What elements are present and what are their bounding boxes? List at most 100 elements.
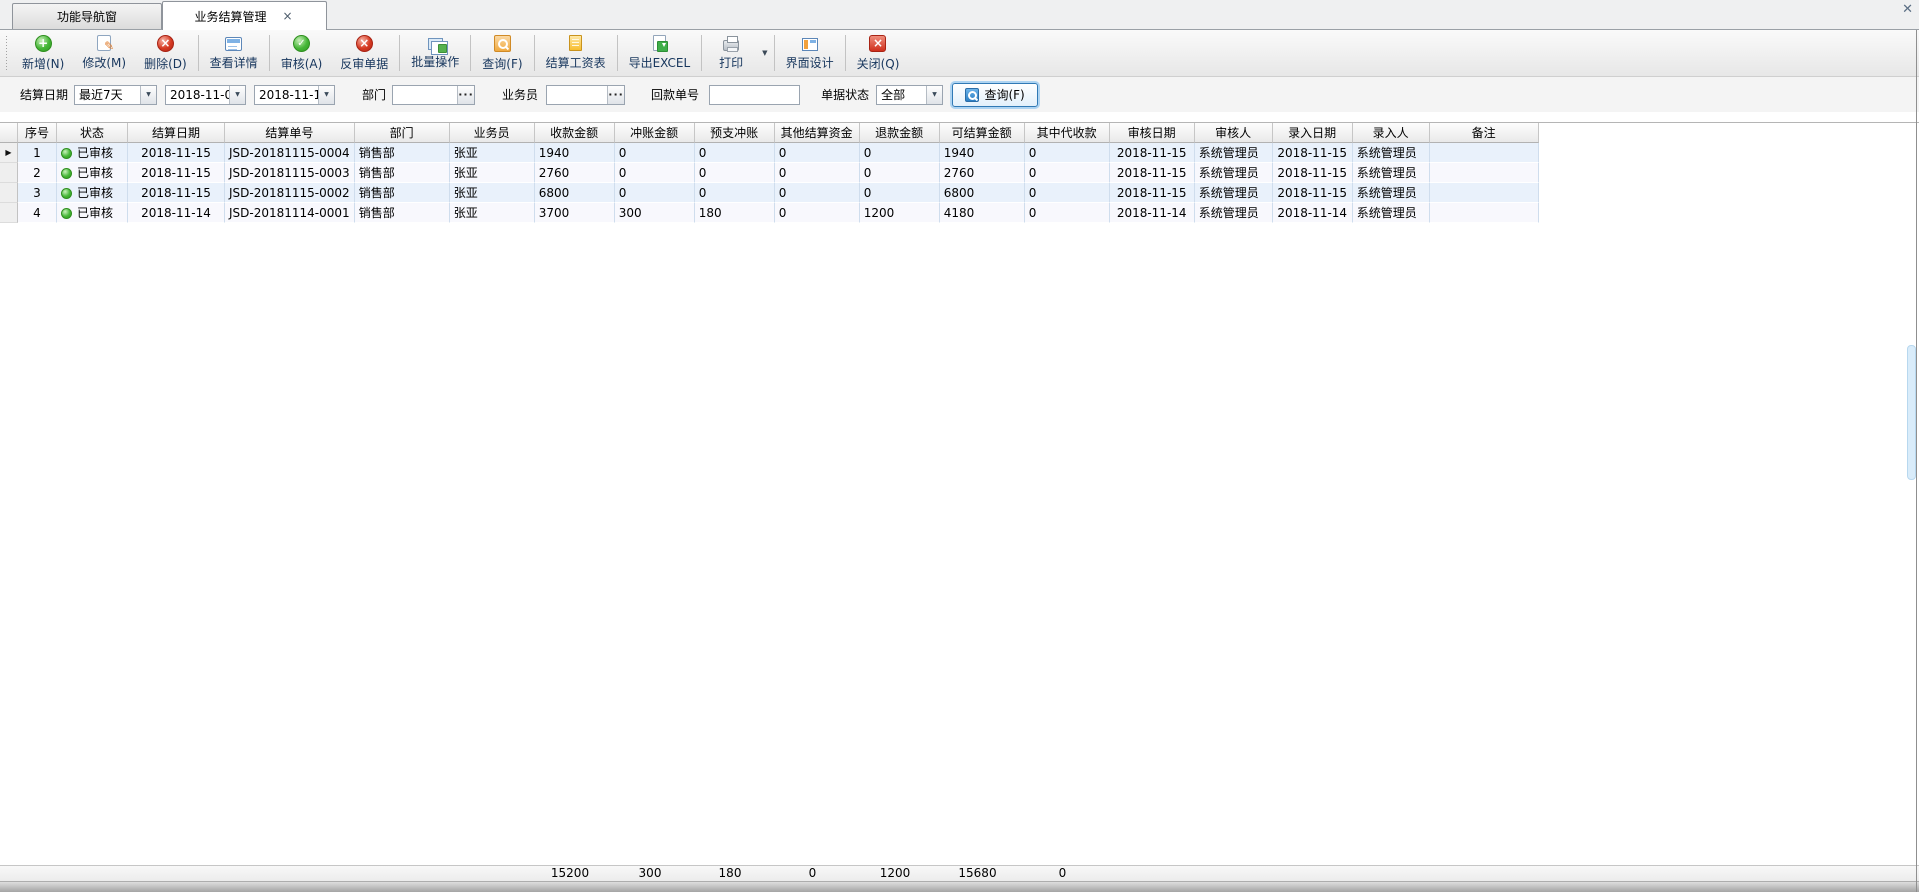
delete-button[interactable]: × 删除(D) — [135, 32, 196, 74]
cell-agency_collect[interactable]: 0 — [1025, 163, 1110, 183]
cell-settleable[interactable]: 4180 — [940, 203, 1025, 223]
cell-settleable[interactable]: 1940 — [940, 143, 1025, 163]
column-header-audit_date[interactable]: 审核日期 — [1110, 123, 1195, 143]
cell-refund[interactable]: 0 — [860, 143, 940, 163]
cell-settle_date[interactable]: 2018-11-15 — [128, 163, 225, 183]
cell-other_funds[interactable]: 0 — [775, 183, 860, 203]
cell-doc_no[interactable]: JSD-20181114-0001 — [225, 203, 355, 223]
cell-salesman[interactable]: 张亚 — [450, 203, 535, 223]
cell-amt_offset[interactable]: 0 — [615, 143, 695, 163]
ui-design-button[interactable]: 界面设计 — [777, 32, 843, 74]
salesman-lookup-icon[interactable]: ··· — [607, 86, 624, 104]
export-excel-button[interactable]: 导出EXCEL — [620, 32, 700, 74]
cell-agency_collect[interactable]: 0 — [1025, 143, 1110, 163]
salesman-input[interactable] — [547, 86, 607, 104]
cell-status[interactable]: 已审核 — [57, 183, 128, 203]
cell-settle_date[interactable]: 2018-11-15 — [128, 183, 225, 203]
date-range-combo[interactable]: 最近7天 ▼ — [74, 85, 157, 105]
table-row[interactable]: 2已审核2018-11-15JSD-20181115-0003销售部张亚2760… — [0, 163, 1539, 183]
column-header-salesman[interactable]: 业务员 — [450, 123, 535, 143]
cell-status[interactable]: 已审核 — [57, 203, 128, 223]
approve-button[interactable]: ✓ 审核(A) — [272, 32, 332, 74]
cell-audit_date[interactable]: 2018-11-15 — [1110, 143, 1195, 163]
cell-entry_by[interactable]: 系统管理员 — [1353, 163, 1430, 183]
chevron-down-icon[interactable]: ▼ — [229, 86, 245, 104]
cell-doc_no[interactable]: JSD-20181115-0002 — [225, 183, 355, 203]
date-from-picker[interactable]: 2018-11-08 ▼ — [165, 85, 246, 105]
cell-refund[interactable]: 0 — [860, 183, 940, 203]
row-indicator[interactable]: ▶ — [0, 143, 18, 163]
cell-auditor[interactable]: 系统管理员 — [1195, 183, 1273, 203]
column-header-seq[interactable]: 序号 — [18, 123, 57, 143]
cell-entry_date[interactable]: 2018-11-15 — [1273, 163, 1353, 183]
cell-amt_offset[interactable]: 300 — [615, 203, 695, 223]
cell-audit_date[interactable]: 2018-11-15 — [1110, 183, 1195, 203]
column-header-settle_date[interactable]: 结算日期 — [128, 123, 225, 143]
chevron-down-icon[interactable]: ▼ — [318, 86, 334, 104]
column-header-amt_recv[interactable]: 收款金额 — [535, 123, 615, 143]
cell-status[interactable]: 已审核 — [57, 143, 128, 163]
cell-amt_offset[interactable]: 0 — [615, 183, 695, 203]
cell-agency_collect[interactable]: 0 — [1025, 203, 1110, 223]
close-button[interactable]: × 关闭(Q) — [848, 32, 909, 74]
cell-auditor[interactable]: 系统管理员 — [1195, 203, 1273, 223]
column-header-settleable[interactable]: 可结算金额 — [940, 123, 1025, 143]
cell-remark[interactable] — [1430, 183, 1539, 203]
cell-refund[interactable]: 1200 — [860, 203, 940, 223]
cell-seq[interactable]: 4 — [18, 203, 57, 223]
tab-business-settlement[interactable]: 业务结算管理 × — [162, 1, 327, 30]
batch-operation-button[interactable]: 批量操作 — [402, 32, 468, 74]
cell-seq[interactable]: 2 — [18, 163, 57, 183]
cell-salesman[interactable]: 张亚 — [450, 183, 535, 203]
cell-advance_offset[interactable]: 0 — [695, 163, 775, 183]
cell-salesman[interactable]: 张亚 — [450, 163, 535, 183]
cell-advance_offset[interactable]: 0 — [695, 143, 775, 163]
cell-entry_by[interactable]: 系统管理员 — [1353, 143, 1430, 163]
column-header-auditor[interactable]: 审核人 — [1195, 123, 1273, 143]
column-header-refund[interactable]: 退款金额 — [860, 123, 940, 143]
print-dropdown-arrow-icon[interactable]: ▼ — [758, 49, 771, 57]
tab-function-navigator[interactable]: 功能导航窗 — [12, 3, 162, 29]
tab-close-icon[interactable]: × — [280, 10, 294, 22]
date-to-picker[interactable]: 2018-11-15 ▼ — [254, 85, 335, 105]
chevron-down-icon[interactable]: ▼ — [140, 86, 156, 104]
table-row[interactable]: ▶1已审核2018-11-15JSD-20181115-0004销售部张亚194… — [0, 143, 1539, 163]
cell-entry_by[interactable]: 系统管理员 — [1353, 203, 1430, 223]
cell-amt_recv[interactable]: 1940 — [535, 143, 615, 163]
vertical-scrollbar-thumb[interactable] — [1907, 345, 1916, 480]
cell-settleable[interactable]: 6800 — [940, 183, 1025, 203]
cell-remark[interactable] — [1430, 163, 1539, 183]
cell-auditor[interactable]: 系统管理员 — [1195, 163, 1273, 183]
cell-entry_date[interactable]: 2018-11-14 — [1273, 203, 1353, 223]
row-indicator[interactable] — [0, 163, 18, 183]
query-toolbar-button[interactable]: 查询(F) — [473, 32, 531, 74]
cell-remark[interactable] — [1430, 143, 1539, 163]
cell-amt_offset[interactable]: 0 — [615, 163, 695, 183]
cell-doc_no[interactable]: JSD-20181115-0003 — [225, 163, 355, 183]
cell-audit_date[interactable]: 2018-11-15 — [1110, 163, 1195, 183]
window-close-icon[interactable]: ✕ — [1902, 2, 1913, 17]
cell-advance_offset[interactable]: 0 — [695, 183, 775, 203]
cell-remark[interactable] — [1430, 203, 1539, 223]
cell-entry_date[interactable]: 2018-11-15 — [1273, 143, 1353, 163]
modify-button[interactable]: 修改(M) — [73, 32, 135, 74]
column-header-advance_offset[interactable]: 预支冲账 — [695, 123, 775, 143]
settlement-payroll-button[interactable]: 结算工资表 — [537, 32, 615, 74]
column-header-dept[interactable]: 部门 — [355, 123, 450, 143]
cell-seq[interactable]: 1 — [18, 143, 57, 163]
cell-salesman[interactable]: 张亚 — [450, 143, 535, 163]
cell-doc_no[interactable]: JSD-20181115-0004 — [225, 143, 355, 163]
doc-status-combo[interactable]: 全部 ▼ — [876, 85, 943, 105]
cell-dept[interactable]: 销售部 — [355, 143, 450, 163]
receipt-no-input[interactable] — [710, 86, 799, 104]
row-indicator[interactable] — [0, 203, 18, 223]
cell-dept[interactable]: 销售部 — [355, 203, 450, 223]
add-button[interactable]: + 新增(N) — [13, 32, 73, 74]
column-header-entry_date[interactable]: 录入日期 — [1273, 123, 1353, 143]
cell-dept[interactable]: 销售部 — [355, 163, 450, 183]
dept-input[interactable] — [393, 86, 457, 104]
column-header-agency_collect[interactable]: 其中代收款 — [1025, 123, 1110, 143]
cell-amt_recv[interactable]: 2760 — [535, 163, 615, 183]
cell-entry_date[interactable]: 2018-11-15 — [1273, 183, 1353, 203]
cell-amt_recv[interactable]: 6800 — [535, 183, 615, 203]
